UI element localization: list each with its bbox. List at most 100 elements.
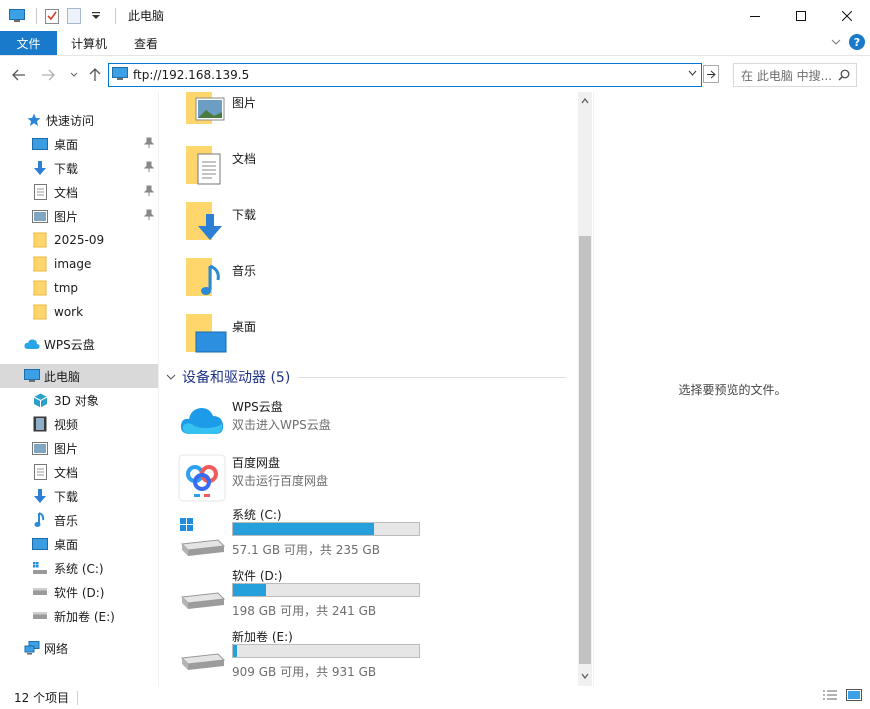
sidebar-item-drive-e[interactable]: 新加卷 (E:) (0, 604, 158, 628)
folder-pictures[interactable]: 图片 (184, 92, 484, 142)
sidebar-item-quick-access[interactable]: 快速访问 (0, 108, 158, 132)
folder-desktop[interactable]: 桌面 (184, 312, 484, 368)
folder-icon (32, 280, 48, 296)
pin-icon[interactable] (143, 185, 155, 200)
drive-d[interactable]: 软件 (D:) 198 GB 可用，共 241 GB (178, 567, 558, 623)
item-baidu-netdisk[interactable]: 百度网盘 双击运行百度网盘 (178, 454, 558, 510)
sidebar-item-label: WPS云盘 (44, 337, 95, 352)
address-bar[interactable]: ftp://192.168.139.5 (108, 63, 702, 87)
properties-icon[interactable] (43, 7, 61, 25)
item-name: 百度网盘 (232, 456, 281, 470)
sidebar-item-music[interactable]: 音乐 (0, 508, 158, 532)
tab-view[interactable]: 查看 (120, 31, 171, 55)
star-icon (26, 112, 42, 128)
sidebar-item-label: 音乐 (54, 513, 79, 528)
item-wps-cloud[interactable]: WPS云盘 双击进入WPS云盘 (178, 398, 558, 454)
sidebar-item-drive-c[interactable]: 系统 (C:) (0, 556, 158, 580)
pin-icon[interactable] (143, 209, 155, 224)
sidebar-item-label: 视频 (54, 417, 79, 432)
group-title: 设备和驱动器 (5) (182, 370, 291, 386)
drive-e[interactable]: 新加卷 (E:) 909 GB 可用，共 931 GB (178, 628, 558, 684)
up-button[interactable] (86, 65, 104, 85)
sidebar-item-folder-tmp[interactable]: tmp (0, 276, 158, 300)
forward-button[interactable] (39, 65, 57, 85)
address-history-dropdown-icon[interactable] (688, 68, 697, 79)
devices-group-header[interactable]: 设备和驱动器 (5) (166, 366, 566, 388)
sidebar-item-label: 新加卷 (E:) (54, 609, 115, 624)
collapse-chevron-icon[interactable] (166, 370, 176, 384)
sidebar-item-pc-downloads[interactable]: 下载 (0, 484, 158, 508)
sidebar-item-network[interactable]: 网络 (0, 636, 158, 660)
pin-icon[interactable] (143, 161, 155, 176)
folder-documents[interactable]: 文档 (184, 144, 484, 200)
sidebar-item-pc-documents[interactable]: 文档 (0, 460, 158, 484)
sidebar-item-folder-image[interactable]: image (0, 252, 158, 276)
capacity-bar-fill (233, 645, 238, 657)
item-description: 双击运行百度网盘 (232, 474, 329, 488)
ribbon-right-controls: ? (831, 34, 865, 50)
baidu-netdisk-icon (178, 454, 226, 502)
sidebar-item-3d-objects[interactable]: 3D 对象 (0, 388, 158, 412)
expand-ribbon-chevron-icon[interactable] (831, 35, 841, 49)
sidebar-item-label: 下载 (54, 489, 79, 504)
folder-name: 音乐 (232, 264, 257, 278)
document-icon (32, 464, 48, 480)
customize-toolbar-dropdown-icon[interactable] (87, 7, 105, 25)
recent-locations-dropdown-icon[interactable] (65, 65, 83, 85)
film-icon (32, 416, 48, 432)
sidebar-item-this-pc[interactable]: 此电脑 (0, 364, 158, 388)
scroll-down-arrow-icon[interactable] (578, 669, 592, 683)
search-icon[interactable] (838, 69, 850, 84)
capacity-bar (232, 583, 420, 597)
search-input[interactable]: 在 此电脑 中搜... (733, 63, 857, 87)
network-icon (24, 640, 40, 656)
sidebar-item-label: 桌面 (54, 137, 79, 152)
system-drive-icon (32, 560, 48, 576)
sidebar-item-videos[interactable]: 视频 (0, 412, 158, 436)
close-button[interactable] (824, 0, 870, 31)
pin-icon[interactable] (143, 137, 155, 152)
folder-name: 文档 (232, 152, 257, 166)
sidebar-item-folder-2025-09[interactable]: 2025-09 (0, 228, 158, 252)
vertical-scrollbar[interactable] (578, 92, 592, 686)
large-icons-view-icon[interactable] (846, 689, 862, 704)
minimize-button[interactable] (732, 0, 778, 31)
back-button[interactable] (10, 65, 28, 85)
scroll-up-arrow-icon[interactable] (578, 94, 592, 108)
sidebar-item-folder-work[interactable]: work (0, 300, 158, 324)
tab-computer[interactable]: 计算机 (57, 31, 120, 55)
go-button[interactable] (703, 65, 719, 83)
download-arrow-icon (32, 160, 48, 176)
sidebar-item-pc-desktop[interactable]: 桌面 (0, 532, 158, 556)
desktop-folder-icon (186, 314, 227, 353)
drive-name: 软件 (D:) (232, 569, 283, 583)
folder-name: 下载 (232, 208, 257, 222)
sidebar-item-wps-cloud[interactable]: WPS云盘 (0, 332, 158, 356)
details-view-icon[interactable] (822, 689, 838, 704)
sidebar-item-pictures[interactable]: 图片 (0, 204, 158, 228)
sidebar-item-documents[interactable]: 文档 (0, 180, 158, 204)
folder-music[interactable]: 音乐 (184, 256, 484, 312)
drive-c[interactable]: 系统 (C:) 57.1 GB 可用，共 235 GB (178, 506, 558, 562)
tab-file[interactable]: 文件 (0, 31, 57, 55)
folder-downloads[interactable]: 下载 (184, 200, 484, 256)
sidebar-item-pc-pictures[interactable]: 图片 (0, 436, 158, 460)
view-switcher (822, 689, 862, 704)
maximize-button[interactable] (778, 0, 824, 31)
capacity-bar-fill (233, 584, 267, 596)
sidebar-item-label: work (54, 305, 84, 319)
music-folder-icon (186, 258, 220, 296)
computer-icon[interactable] (8, 7, 26, 25)
sidebar-item-label: image (54, 257, 92, 271)
new-folder-icon[interactable] (65, 7, 83, 25)
help-icon[interactable]: ? (849, 34, 865, 50)
sidebar-item-label: 桌面 (54, 537, 79, 552)
scrollbar-thumb[interactable] (579, 236, 591, 664)
sidebar-item-drive-d[interactable]: 软件 (D:) (0, 580, 158, 604)
sidebar-item-desktop[interactable]: 桌面 (0, 132, 158, 156)
sidebar-item-label: 快速访问 (46, 113, 95, 128)
cube-icon (32, 392, 48, 408)
computer-icon (112, 67, 128, 84)
pane-divider[interactable] (158, 92, 159, 686)
sidebar-item-downloads[interactable]: 下载 (0, 156, 158, 180)
